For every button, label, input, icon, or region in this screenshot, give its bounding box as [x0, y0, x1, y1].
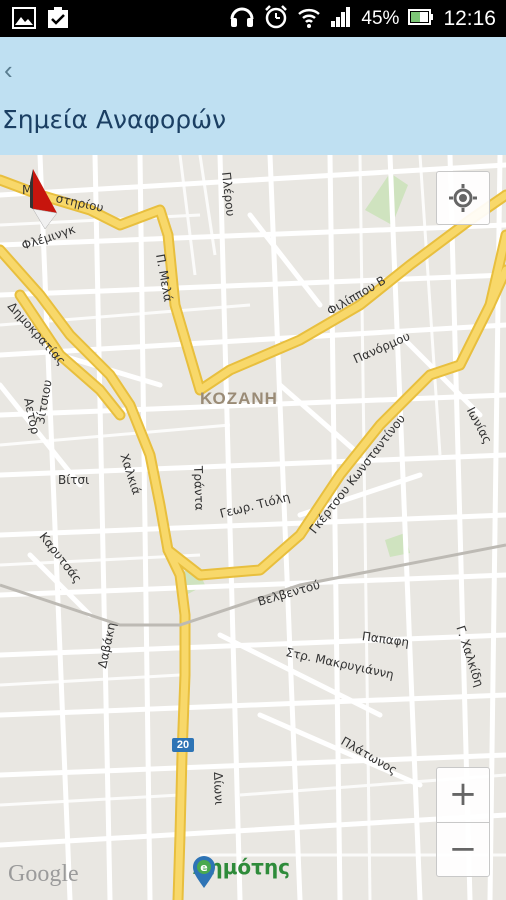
status-bar: 45% 12:16 — [0, 0, 506, 37]
map-tiles — [0, 155, 506, 900]
page-title: Σημεία Αναφορών — [2, 105, 227, 134]
street-label-dioni: Δίωνι — [211, 771, 227, 806]
alarm-icon — [264, 4, 288, 34]
street-label-vitsi: Βίτσι — [58, 473, 90, 487]
my-location-button[interactable] — [436, 171, 490, 225]
app-screen: 45% 12:16 ‹ Σημεία Αναφορών Μ στηρίου Φλ… — [0, 0, 506, 900]
zoom-out-button[interactable]: − — [437, 823, 489, 877]
battery-percent: 45% — [361, 8, 400, 29]
road-shield: 20 — [172, 738, 194, 752]
google-logo: Google — [8, 861, 79, 887]
status-bar-right: 45% 12:16 — [229, 4, 496, 34]
city-label: ΚΟΖΑΝΗ — [200, 389, 278, 408]
zoom-in-button[interactable]: + — [437, 768, 489, 822]
wifi-icon — [297, 6, 321, 33]
street-label-tranta: Τράντα — [191, 465, 207, 511]
action-bar: ‹ Σημεία Αναφορών — [0, 37, 506, 155]
headset-icon — [229, 5, 255, 34]
clipboard-icon — [46, 7, 70, 34]
brand-logo: e Δημότης — [192, 855, 290, 888]
signal-icon — [330, 6, 352, 33]
street-label-m: Μ — [22, 183, 33, 197]
svg-text:e: e — [200, 861, 207, 874]
clock: 12:16 — [443, 7, 496, 30]
battery-icon — [408, 8, 434, 31]
back-button[interactable]: ‹ — [4, 55, 26, 85]
zoom-controls: + − — [436, 767, 490, 877]
gallery-icon — [12, 7, 36, 34]
crosshair-icon — [449, 184, 477, 212]
map-view[interactable]: Μ στηρίου Φλέμινγκ Δημοκρατίας Αετορ 3ίτ… — [0, 155, 506, 900]
status-bar-left — [12, 7, 70, 34]
